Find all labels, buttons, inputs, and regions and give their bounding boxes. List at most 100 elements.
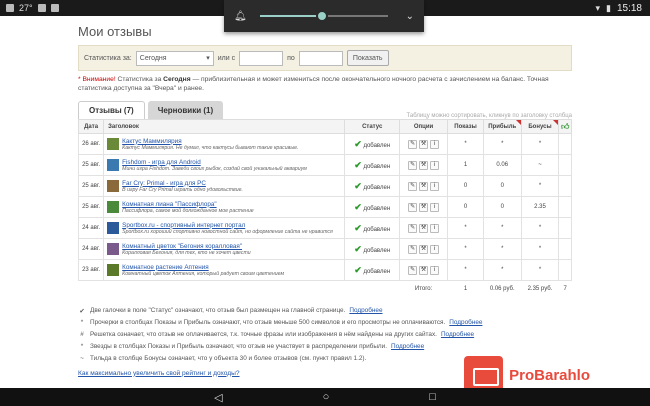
info-icon[interactable]: i — [430, 139, 440, 149]
review-title-link[interactable]: Far Cry: Primal - игра для PC — [122, 180, 243, 187]
col-date[interactable]: Дата — [77, 119, 105, 134]
table-row: 23 авг. Комнатное растение Аптения Комнатн… — [77, 259, 572, 281]
more-details-link[interactable]: Подробнее — [391, 343, 424, 350]
col-status[interactable]: Статус — [344, 119, 400, 134]
col-options: Опции — [398, 119, 449, 134]
tools-icon[interactable]: ⚒ — [419, 223, 429, 233]
sort-hint: Таблицу можно сортировать, кликнув по за… — [406, 113, 573, 119]
note-marker: ~ — [80, 355, 84, 362]
tools-icon[interactable]: ⚒ — [419, 139, 429, 149]
row-date: 25 авг. — [77, 196, 105, 218]
row-profit: * — [482, 238, 522, 260]
row-status: добавлен — [363, 226, 391, 233]
tools-icon[interactable]: ⚒ — [419, 202, 429, 212]
row-views: 0 — [447, 175, 484, 197]
note-text: Прочерки в столбцах Показы и Прибыль озн… — [90, 319, 446, 326]
note-marker: * — [80, 343, 84, 350]
back-icon[interactable]: ◁ — [214, 391, 222, 404]
check-icon: ✔ — [354, 243, 362, 254]
home-icon[interactable]: ○ — [323, 391, 330, 403]
edit-icon[interactable]: ✎ — [408, 139, 418, 149]
review-title-link[interactable]: Sportbox.ru - спортивный интернет портал — [122, 222, 333, 229]
more-details-link[interactable]: Подробнее — [441, 331, 474, 338]
row-bonus: * — [520, 259, 560, 281]
review-thumbnail[interactable] — [107, 243, 120, 255]
table-row: 24 авг. Комнатный цветок "Бегония коралло… — [77, 238, 572, 260]
show-button[interactable]: Показать — [346, 50, 389, 66]
review-thumbnail[interactable] — [107, 222, 120, 234]
row-views: * — [447, 259, 484, 281]
edit-icon[interactable]: ✎ — [408, 223, 418, 233]
row-views: * — [447, 238, 484, 260]
review-subtitle: В игру Far Cry Primal играть одно удовол… — [122, 186, 243, 193]
period-select[interactable]: Сегодня ▾ — [135, 50, 214, 66]
edit-icon[interactable]: ✎ — [408, 181, 418, 191]
review-title-link[interactable]: Кактус Маммилярия — [122, 138, 298, 145]
date-from-input[interactable] — [239, 50, 284, 66]
row-profit: * — [482, 133, 522, 155]
check-icon: ✔ — [354, 180, 362, 191]
stats-period-label: Статистика за: — [84, 54, 132, 62]
review-thumbnail[interactable] — [107, 264, 120, 276]
note-text: Две галочки в поле "Статус" означают, чт… — [90, 307, 346, 314]
review-thumbnail[interactable] — [107, 159, 120, 171]
review-thumbnail[interactable] — [107, 138, 120, 150]
col-profit[interactable]: Прибыль — [482, 119, 522, 134]
row-status: добавлен — [363, 205, 391, 212]
app-notification-icon — [6, 4, 14, 12]
row-views: 0 — [447, 196, 484, 218]
info-icon[interactable]: i — [430, 244, 440, 254]
tab-reviews[interactable]: Отзывы (7) — [78, 101, 145, 119]
row-status: добавлен — [363, 163, 391, 170]
col-title[interactable]: Заголовок — [103, 119, 346, 134]
edit-icon[interactable]: ✎ — [408, 244, 418, 254]
recents-icon[interactable]: □ — [429, 391, 436, 403]
col-bonus[interactable]: Бонусы — [520, 119, 560, 134]
info-icon[interactable]: i — [430, 202, 440, 212]
more-details-link[interactable]: Подробнее — [449, 319, 482, 326]
page-title: Мои отзывы — [78, 24, 152, 39]
review-title-link[interactable]: Комнатное растение Аптения — [122, 264, 284, 271]
note-text: Тильда в столбце Бонусы означает, что у … — [90, 355, 367, 362]
table-row: 24 авг. Sportbox.ru - спортивный интернет… — [77, 217, 572, 239]
info-icon[interactable]: i — [430, 265, 440, 275]
review-thumbnail[interactable] — [107, 180, 120, 192]
tools-icon[interactable]: ⚒ — [419, 181, 429, 191]
row-views: 1 — [447, 154, 484, 176]
review-subtitle: Кактус Маммилярия. Не думал, что кактусы… — [122, 144, 299, 151]
edit-icon[interactable]: ✎ — [408, 265, 418, 275]
tools-icon[interactable]: ⚒ — [419, 160, 429, 170]
row-date: 24 авг. — [77, 217, 105, 239]
review-thumbnail[interactable] — [107, 201, 120, 213]
review-subtitle: Пассифлора, самое мой долгожданное мое р… — [122, 207, 254, 214]
col-views[interactable]: Показы — [447, 119, 484, 134]
info-icon[interactable]: i — [430, 160, 440, 170]
row-date: 25 авг. — [77, 175, 105, 197]
tab-drafts[interactable]: Черновики (1) — [147, 101, 224, 119]
edit-icon[interactable]: ✎ — [408, 160, 418, 170]
row-status: добавлен — [363, 142, 391, 149]
table-row: 26 авг. Кактус Маммилярия Кактус Маммиляри… — [77, 133, 572, 155]
legend-note: * Прочерки в столбцах Показы и Прибыль оз… — [78, 317, 572, 329]
date-to-input[interactable] — [298, 50, 343, 66]
totals-row: Итого: 1 0.06 руб. 2.35 руб. 7 — [79, 281, 572, 297]
review-title-link[interactable]: Комнатная лиана "Пассифлора" — [122, 201, 253, 208]
thumbs-up-icon[interactable]: 👍︎ — [558, 119, 572, 134]
info-icon[interactable]: i — [430, 181, 440, 191]
weather-icon — [37, 4, 46, 12]
row-date: 23 авг. — [77, 259, 105, 281]
table-row: 25 авг. Far Cry: Primal - игра для PC В иг… — [77, 175, 572, 197]
note-marker: * — [80, 319, 84, 326]
tools-icon[interactable]: ⚒ — [419, 265, 429, 275]
row-date: 25 авг. — [77, 154, 105, 176]
review-title-link[interactable]: Комнатный цветок "Бегония коралловая" — [122, 243, 251, 250]
tools-icon[interactable]: ⚒ — [419, 244, 429, 254]
edit-icon[interactable]: ✎ — [408, 202, 418, 212]
legend-note: ✔ Две галочки в поле "Статус" означают, ч… — [78, 305, 572, 317]
check-icon: ✔ — [354, 264, 362, 275]
to-label: по — [287, 54, 295, 62]
review-title-link[interactable]: Fishdom - игра для Android — [122, 159, 307, 166]
info-icon[interactable]: i — [430, 223, 440, 233]
more-details-link[interactable]: Подробнее — [349, 307, 382, 314]
row-bonus: * — [520, 175, 560, 197]
